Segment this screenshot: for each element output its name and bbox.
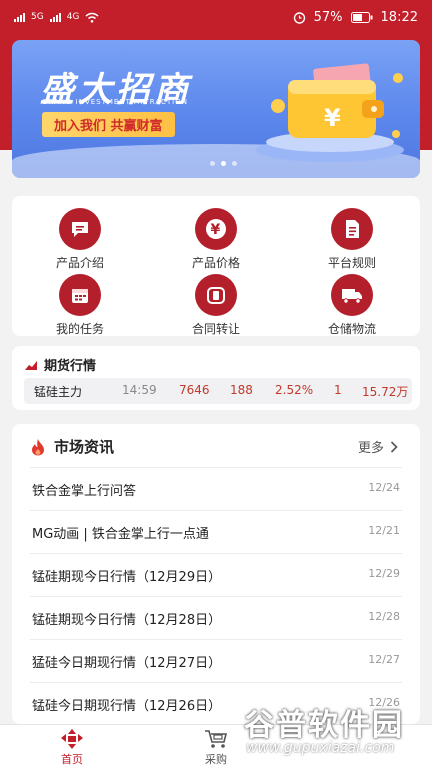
news-item-title: 锰硅今日期现行情（12月26日） xyxy=(32,699,222,714)
battery-percent: 57% xyxy=(313,9,343,25)
banner-pager xyxy=(210,161,237,166)
document-icon xyxy=(331,208,373,250)
menu-item-product-intro[interactable]: 产品介绍 xyxy=(12,200,148,270)
news-item-date: 12/24 xyxy=(368,481,400,494)
promo-banner[interactable]: 盛大招商 GRAND INVESTMENT ATTRACTION 加入我们 共赢… xyxy=(12,40,420,178)
futures-price: 7646 xyxy=(179,383,210,397)
futures-volume: 15.72万 xyxy=(362,385,409,399)
menu-item-label: 仓储物流 xyxy=(327,322,376,336)
futures-title: 期货行情 xyxy=(44,359,97,374)
news-item-title: 锰硅期现今日行情（12月28日） xyxy=(32,613,222,628)
menu-item-platform-rules[interactable]: 平台规则 xyxy=(284,200,420,270)
news-item-date: 12/29 xyxy=(368,567,400,580)
pager-dot-active xyxy=(221,161,226,166)
futures-time: 14:59 xyxy=(122,383,157,397)
cart-icon xyxy=(205,730,228,748)
contract-icon xyxy=(195,274,237,316)
pager-dot xyxy=(210,161,215,166)
watermark-url: www.gupuxiazai.com xyxy=(246,740,395,756)
news-item-title: 锰硅期现今日行情（12月29日） xyxy=(32,570,222,585)
truck-icon xyxy=(331,274,373,316)
futures-name: 锰硅主力 xyxy=(34,385,83,399)
news-title: 市场资讯 xyxy=(54,438,115,456)
calendar-icon xyxy=(59,274,101,316)
signal-icon-2 xyxy=(49,12,61,22)
menu-item-product-price[interactable]: ¥ 产品价格 xyxy=(148,200,284,270)
futures-panel: 期货行情 锰硅主力 14:59 7646 188 2.52% 1 15.72万 xyxy=(12,346,420,410)
pager-dot xyxy=(232,161,237,166)
futures-percent: 2.52% xyxy=(275,383,314,397)
watermark-name: 谷普软件园 xyxy=(244,708,404,743)
status-bar: 5G 4G 57% 18:22 xyxy=(0,0,432,34)
futures-extra: 1 xyxy=(334,383,342,397)
yen-coin-icon: ¥ xyxy=(195,208,237,250)
feature-menu: 产品介绍 ¥ 产品价格 平台规则 我的任务 合同转让 仓储物流 xyxy=(12,196,420,336)
network-type-left: 5G xyxy=(31,12,44,22)
tab-home[interactable]: 首页 xyxy=(32,727,112,767)
news-item[interactable]: MG动画 | 铁合金掌上行一点通 12/21 xyxy=(30,511,402,553)
site-watermark: 谷普软件园 www.gupuxiazai.com xyxy=(238,700,428,764)
futures-change: 188 xyxy=(230,383,253,397)
menu-item-label: 我的任务 xyxy=(55,322,104,336)
news-item-date: 12/21 xyxy=(368,524,400,537)
banner-subtitle: GRAND INVESTMENT ATTRACTION xyxy=(42,98,188,106)
news-item[interactable]: 锰硅期现今日行情（12月28日） 12/28 xyxy=(30,597,402,639)
alarm-icon xyxy=(293,11,305,24)
menu-item-storage-logistics[interactable]: 仓储物流 xyxy=(284,266,420,336)
news-item-date: 12/27 xyxy=(368,653,400,666)
battery-icon xyxy=(350,11,373,23)
news-more-link[interactable]: 更多 xyxy=(358,437,398,456)
banner-yen-symbol: ¥ xyxy=(324,104,341,132)
wallet-illustration-icon: ¥ xyxy=(256,63,404,162)
menu-item-my-tasks[interactable]: 我的任务 xyxy=(12,266,148,336)
signal-icon xyxy=(14,12,25,22)
home-logo-icon xyxy=(61,729,83,749)
news-item-title: MG动画 | 铁合金掌上行一点通 xyxy=(32,527,209,542)
news-item[interactable]: 猛硅今日期现行情（12月27日） 12/27 xyxy=(30,640,402,682)
futures-row[interactable]: 锰硅主力 14:59 7646 188 2.52% 1 15.72万 xyxy=(24,378,412,404)
menu-item-label: 合同转让 xyxy=(191,322,240,336)
news-more-label: 更多 xyxy=(357,441,384,456)
news-item[interactable]: 锰硅期现今日行情（12月29日） 12/29 xyxy=(30,554,402,596)
market-news-panel: 市场资讯 更多 铁合金掌上行问答 12/24 MG动画 | 铁合金掌上行一点通 … xyxy=(12,424,420,724)
chat-bubble-icon xyxy=(59,208,101,250)
network-type-right: 4G xyxy=(66,12,80,22)
chart-trend-icon xyxy=(24,358,38,371)
wifi-icon xyxy=(85,12,99,23)
menu-item-contract-transfer[interactable]: 合同转让 xyxy=(148,266,284,336)
clock-time: 18:22 xyxy=(380,9,418,25)
news-item-title: 铁合金掌上行问答 xyxy=(32,484,137,499)
chevron-right-icon xyxy=(390,440,398,453)
tab-home-label: 首页 xyxy=(61,753,83,766)
news-item[interactable]: 铁合金掌上行问答 12/24 xyxy=(30,468,402,510)
news-item-date: 12/28 xyxy=(368,610,400,623)
svg-text:¥: ¥ xyxy=(211,222,221,238)
news-item-title: 猛硅今日期现行情（12月27日） xyxy=(32,656,222,671)
fire-icon xyxy=(32,438,44,455)
banner-slogan: 加入我们 共赢财富 xyxy=(42,112,175,137)
